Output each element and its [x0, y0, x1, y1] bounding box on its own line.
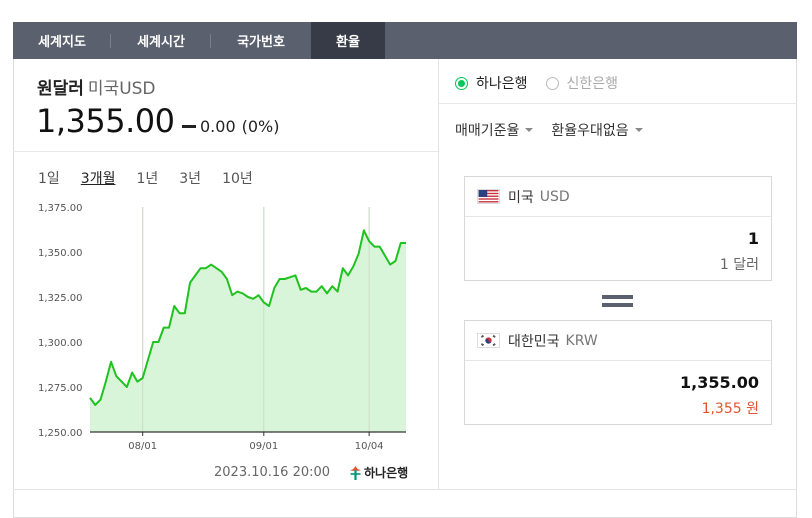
period-1y[interactable]: 1년	[136, 168, 158, 188]
rate-divider	[13, 151, 438, 152]
to-unit-text: 1,355 원	[701, 401, 759, 417]
rate-change: 0.00 (0%)	[182, 117, 280, 136]
tab-label: 국가번호	[237, 35, 285, 50]
bank-radio-hana[interactable]: 하나은행	[455, 73, 528, 93]
from-code: USD	[539, 188, 570, 205]
radio-selected-icon	[455, 76, 468, 90]
to-currency-box[interactable]: 대한민국 KRW 1,355.00 1,355 원	[464, 320, 772, 425]
preferential-rate-dropdown[interactable]: 환율우대없음	[551, 120, 643, 140]
top-tab-bar: 세계지도 세계시간 국가번호 환율	[13, 22, 797, 59]
chart-timestamp: 2023.10.16 20:00	[214, 465, 331, 480]
tab-country-code[interactable]: 국가번호	[211, 22, 311, 59]
change-percent: (0%)	[241, 117, 280, 136]
tab-exchange-rate[interactable]: 환율	[311, 22, 385, 59]
hana-logo-icon	[350, 465, 361, 480]
period-selector: 1일 3개월 1년 3년 10년	[38, 168, 274, 188]
from-country: 미국	[508, 189, 534, 206]
options-divider	[439, 103, 797, 104]
to-country: 대한민국	[508, 333, 560, 350]
dropdown-label: 환율우대없음	[551, 123, 629, 139]
chevron-down-icon	[634, 128, 643, 132]
to-amount-input[interactable]: 1,355.00	[465, 373, 771, 392]
from-amount-input[interactable]: 1	[465, 229, 771, 248]
y-tick-label: 1,250.00	[38, 428, 83, 439]
exchange-rate-chart: 1,375.00 1,350.00 1,325.00 1,300.00 1,275.00…	[38, 203, 406, 452]
bank-label: 신한은행	[566, 76, 619, 92]
from-currency-box[interactable]: 미국 USD 1 1 달러	[464, 176, 772, 281]
period-1d[interactable]: 1일	[38, 168, 60, 188]
to-code: KRW	[565, 332, 598, 349]
panel-bottom-divider	[13, 489, 797, 490]
logo-text: 하나은행	[364, 466, 409, 480]
rate-options: 매매기준율 환율우대없음	[455, 120, 661, 140]
y-tick-label: 1,375.00	[38, 203, 83, 214]
panel-divider	[438, 59, 439, 489]
kr-flag-icon	[477, 333, 500, 348]
hana-bank-logo: 하나은행	[349, 464, 408, 481]
exchange-rate-value: 1,355.00	[36, 102, 175, 140]
y-tick-label: 1,325.00	[38, 293, 83, 304]
tab-world-map[interactable]: 세계지도	[13, 22, 111, 59]
period-3m[interactable]: 3개월	[81, 168, 116, 188]
tab-world-time[interactable]: 세계시간	[111, 22, 211, 59]
x-tick-label: 09/01	[249, 441, 278, 452]
bank-radio-shinhan[interactable]: 신한은행	[545, 73, 619, 93]
y-tick-label: 1,275.00	[38, 383, 83, 394]
y-tick-label: 1,350.00	[38, 248, 83, 259]
currency-title: 원달러 미국USD	[37, 74, 156, 99]
period-10y[interactable]: 10년	[222, 168, 253, 188]
dropdown-label: 매매기준율	[455, 123, 520, 139]
period-3y[interactable]: 3년	[179, 168, 201, 188]
to-currency-header[interactable]: 대한민국 KRW	[465, 321, 771, 361]
unchanged-icon	[182, 125, 196, 128]
bank-selector: 하나은행 신한은행	[455, 73, 636, 93]
change-value: 0.00	[200, 117, 236, 136]
y-tick-label: 1,300.00	[38, 338, 83, 349]
from-unit-text: 1 달러	[719, 257, 759, 273]
area-fill	[90, 230, 406, 432]
tab-label: 세계지도	[38, 35, 86, 50]
currency-name: 원달러	[37, 79, 84, 99]
currency-subtitle: 미국USD	[87, 79, 156, 99]
bank-label: 하나은행	[476, 76, 528, 92]
tab-label: 환율	[336, 35, 360, 50]
us-flag-icon	[477, 189, 500, 204]
rate-type-dropdown[interactable]: 매매기준율	[455, 120, 534, 140]
from-currency-header[interactable]: 미국 USD	[465, 177, 771, 217]
tab-label: 세계시간	[137, 35, 185, 50]
x-tick-label: 10/04	[355, 441, 384, 452]
chevron-down-icon	[525, 128, 534, 132]
equals-icon	[602, 295, 633, 311]
radio-unselected-icon	[545, 76, 559, 90]
x-tick-label: 08/01	[128, 441, 157, 452]
